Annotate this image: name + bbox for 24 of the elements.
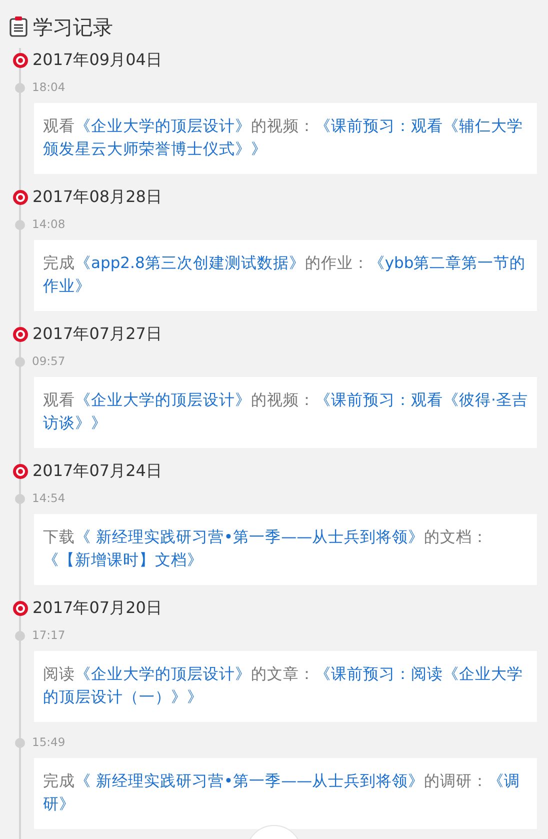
activity-text[interactable]: 完成《 新经理实践研习营•第一季——从士兵到将领》的调研：《调研》 <box>34 758 537 829</box>
time-label: 17:17 <box>32 627 66 644</box>
date-label: 2017年09月04日 <box>32 49 162 71</box>
time-label: 15:49 <box>32 734 66 752</box>
date-label: 2017年07月24日 <box>32 460 162 482</box>
activity-text[interactable]: 观看《企业大学的顶层设计》的视频：《课前预习：观看《彼得·圣吉访谈》》 <box>34 377 537 448</box>
timeline-dot <box>12 190 28 204</box>
time-label: 14:54 <box>32 490 66 508</box>
activity-text[interactable]: 完成《app2.8第三次创建测试数据》的作业：《ybb第二章第一节的作业》 <box>34 240 537 311</box>
date-label: 2017年07月27日 <box>32 323 162 345</box>
date-label: 2017年08月28日 <box>32 186 162 208</box>
activity-text[interactable]: 观看《企业大学的顶层设计》的视频：《课前预习：观看《辅仁大学颁发星云大师荣誉博士仪式》》 <box>34 103 537 174</box>
date-label: 2017年07月20日 <box>32 597 162 619</box>
timeline-dot <box>12 600 28 616</box>
time-label: 09:57 <box>32 353 66 370</box>
activity-text[interactable]: 阅读《企业大学的顶层设计》的文章：《课前预习：阅读《企业大学的顶层设计（一）》》 <box>34 651 537 722</box>
activity-text[interactable]: 下载《 新经理实践研习营•第一季——从士兵到将领》的文档： 《【新增课时】文档》 <box>34 514 537 585</box>
time-label: 14:08 <box>32 216 66 234</box>
clipboard-icon <box>9 16 29 38</box>
timeline-dot <box>12 464 28 478</box>
timeline-dot <box>12 52 28 68</box>
timeline-dot <box>12 326 28 342</box>
time-label: 18:04 <box>32 79 66 96</box>
page-title: 学习记录 <box>33 14 113 41</box>
